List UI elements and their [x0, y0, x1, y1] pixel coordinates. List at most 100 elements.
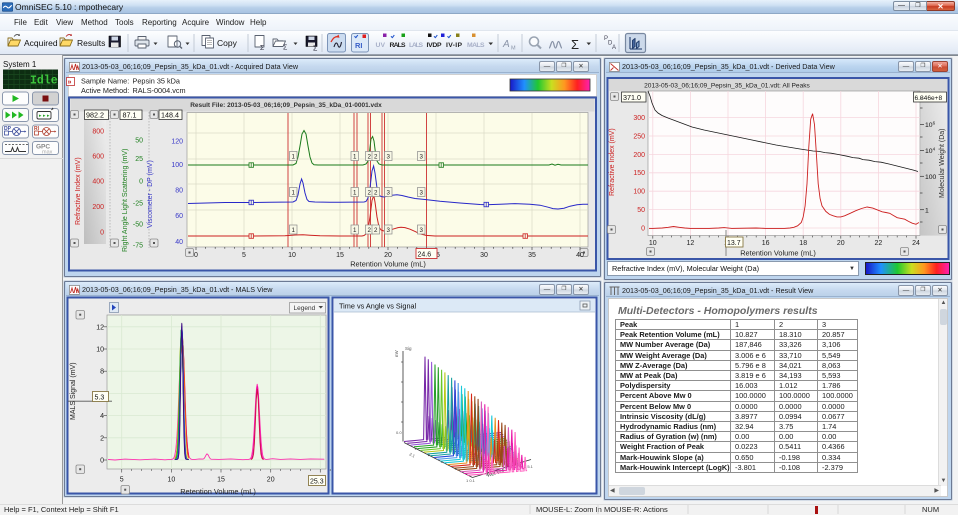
svg-text:35: 35 — [528, 252, 536, 259]
svg-text:24.6: 24.6 — [418, 252, 432, 259]
svg-text:1: 1 — [291, 227, 295, 234]
svg-text:0.0: 0.0 — [396, 430, 402, 435]
svg-text:20: 20 — [267, 477, 275, 484]
svg-text:Refractive Index (mV): Refractive Index (mV) — [75, 157, 82, 225]
svg-text:40: 40 — [576, 252, 584, 259]
svg-text:2: 2 — [100, 435, 104, 442]
svg-text:2: 2 — [367, 190, 371, 197]
svg-text:-50: -50 — [133, 222, 143, 229]
svg-text:10: 10 — [649, 240, 657, 247]
svg-text:RALS-0004.vcm: RALS-0004.vcm — [133, 86, 186, 95]
svg-text:RALS: RALS — [390, 42, 406, 49]
svg-text:5: 5 — [242, 252, 246, 259]
svg-text:3: 3 — [386, 227, 390, 234]
svg-text:Time vs Angle vs Signal: Time vs Angle vs Signal — [339, 302, 417, 311]
svg-text:100: 100 — [925, 174, 937, 181]
svg-text:Active Method:: Active Method: — [81, 86, 129, 95]
svg-text:400: 400 — [92, 179, 104, 186]
svg-text:1: 1 — [291, 154, 295, 161]
svg-text:1: 1 — [291, 190, 295, 197]
svg-text:UV: UV — [376, 42, 386, 49]
svg-text:LALS: LALS — [409, 42, 423, 49]
svg-text:3: 3 — [419, 190, 423, 197]
svg-text:2: 2 — [367, 154, 371, 161]
svg-text:30: 30 — [480, 252, 488, 259]
svg-text:Legend: Legend — [294, 305, 316, 312]
svg-text:Sig: Sig — [405, 346, 412, 351]
svg-text:Retention Volume (mL): Retention Volume (mL) — [180, 487, 256, 496]
svg-text:200: 200 — [92, 204, 104, 211]
svg-text:MALS Signal (mV): MALS Signal (mV) — [70, 362, 77, 420]
svg-text:12: 12 — [687, 240, 695, 247]
svg-text:IV-IP: IV-IP — [446, 42, 462, 49]
svg-text:Sample Name:: Sample Name: — [81, 77, 129, 86]
svg-text:3: 3 — [419, 227, 423, 234]
svg-text:1 0.1: 1 0.1 — [466, 478, 476, 483]
svg-text:100: 100 — [171, 162, 183, 169]
svg-text:25: 25 — [135, 156, 143, 163]
svg-text:Idle: Idle — [30, 75, 58, 88]
svg-text:Molecular Weight (Da): Molecular Weight (Da) — [939, 128, 946, 198]
svg-text:max: max — [42, 150, 53, 156]
svg-text:800: 800 — [92, 129, 104, 136]
svg-text:RI: RI — [355, 41, 363, 50]
svg-text:15: 15 — [217, 477, 225, 484]
svg-text:13.7: 13.7 — [727, 240, 741, 247]
svg-text:10: 10 — [168, 477, 176, 484]
svg-text:2013-05-03_06;16;09_Pepsin_35_: 2013-05-03_06;16;09_Pepsin_35_kDa_01.vdt… — [644, 83, 810, 90]
svg-text:80: 80 — [175, 188, 183, 195]
svg-text:12: 12 — [96, 324, 104, 331]
svg-text:16: 16 — [762, 240, 770, 247]
svg-text:10: 10 — [288, 252, 296, 259]
svg-text:Σ: Σ — [283, 45, 288, 52]
svg-text:0: 0 — [100, 458, 104, 465]
svg-text:18: 18 — [799, 240, 807, 247]
svg-text:20: 20 — [384, 252, 392, 259]
svg-text:Viscometer - DP (mV): Viscometer - DP (mV) — [147, 160, 154, 228]
svg-text:87.1: 87.1 — [123, 111, 137, 120]
svg-text:3: 3 — [419, 154, 423, 161]
svg-text:0: 0 — [139, 179, 143, 186]
svg-text:982.2: 982.2 — [86, 111, 104, 120]
svg-text:2: 2 — [374, 190, 378, 197]
svg-text:3: 3 — [386, 154, 390, 161]
svg-text:0: 0 — [194, 252, 198, 259]
svg-text:148.4: 148.4 — [161, 111, 179, 120]
svg-text:System 1: System 1 — [3, 60, 37, 69]
svg-text:Σ: Σ — [313, 46, 318, 53]
svg-text:Copy: Copy — [217, 38, 238, 48]
svg-text:Pepsin 35 kDa: Pepsin 35 kDa — [133, 77, 181, 86]
svg-text:Acquired: Acquired — [24, 38, 58, 48]
svg-text:4: 4 — [100, 413, 104, 420]
svg-text:300: 300 — [633, 115, 645, 122]
svg-text:600: 600 — [92, 154, 104, 161]
svg-text:Result File: 2013-05-03_06;16;: Result File: 2013-05-03_06;16;09_Pepsin_… — [190, 102, 382, 109]
svg-text:6.846e+8: 6.846e+8 — [915, 95, 943, 102]
svg-text:60: 60 — [175, 213, 183, 220]
svg-text:8: 8 — [100, 369, 104, 376]
svg-text:22: 22 — [875, 240, 883, 247]
svg-text:150: 150 — [633, 170, 645, 177]
svg-text:MALS: MALS — [467, 42, 485, 49]
svg-text:Results: Results — [77, 38, 105, 48]
svg-text:24: 24 — [912, 240, 920, 247]
svg-text:5: 5 — [120, 477, 124, 484]
svg-text:250: 250 — [633, 133, 645, 140]
svg-text:0: 0 — [100, 230, 104, 237]
svg-text:Σ: Σ — [260, 45, 265, 52]
svg-text:»: » — [68, 79, 72, 86]
svg-text:25.3: 25.3 — [310, 479, 324, 486]
svg-text:1: 1 — [353, 227, 357, 234]
svg-text:Right Angle Light Scattering (: Right Angle Light Scattering (mV) — [122, 149, 129, 253]
svg-text:A: A — [502, 39, 510, 50]
svg-text:IVDP: IVDP — [427, 42, 442, 49]
svg-text:2: 2 — [374, 154, 378, 161]
svg-text:M: M — [511, 46, 516, 52]
svg-text:0: 0 — [641, 225, 645, 232]
svg-text:A: A — [612, 45, 616, 51]
svg-text:371.0: 371.0 — [623, 93, 641, 102]
svg-text:Retention Volume (mL): Retention Volume (mL) — [740, 249, 816, 258]
svg-text:Retention Volume (mL): Retention Volume (mL) — [350, 260, 426, 269]
svg-text:100: 100 — [633, 189, 645, 196]
svg-text:20: 20 — [837, 240, 845, 247]
